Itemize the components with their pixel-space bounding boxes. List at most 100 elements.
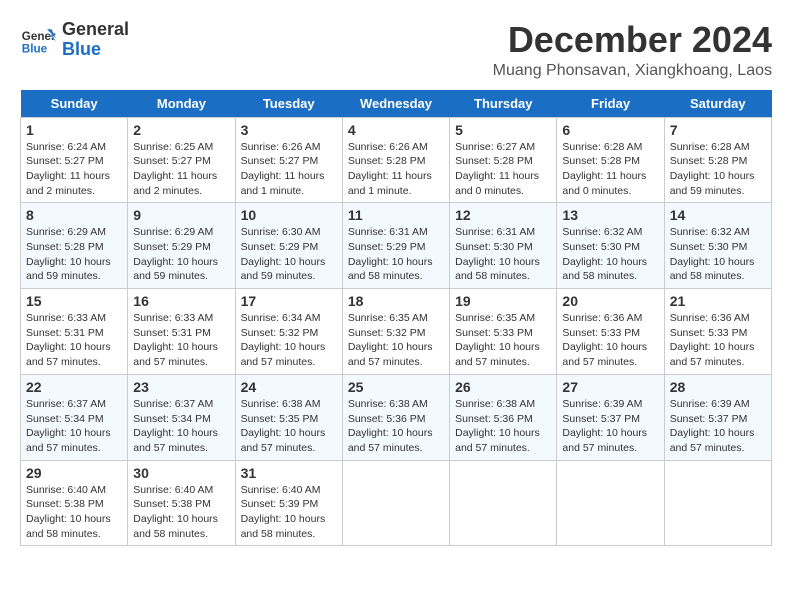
day-number: 30 <box>133 465 229 481</box>
day-info: Sunrise: 6:35 AMSunset: 5:33 PMDaylight:… <box>455 311 551 370</box>
calendar-cell: 8Sunrise: 6:29 AMSunset: 5:28 PMDaylight… <box>21 203 128 289</box>
logo-icon: General Blue <box>20 22 56 58</box>
day-info: Sunrise: 6:40 AMSunset: 5:38 PMDaylight:… <box>26 483 122 542</box>
day-number: 26 <box>455 379 551 395</box>
day-number: 8 <box>26 207 122 223</box>
calendar-cell: 9 Sunrise: 6:29 AMSunset: 5:29 PMDaylight… <box>128 203 235 289</box>
day-info: Sunrise: 6:37 AMSunset: 5:34 PMDaylight:… <box>26 397 122 456</box>
day-number: 22 <box>26 379 122 395</box>
day-info: Sunrise: 6:33 AMSunset: 5:31 PMDaylight:… <box>26 311 122 370</box>
calendar-cell: 18 Sunrise: 6:35 AMSunset: 5:32 PMDayligh… <box>342 289 449 375</box>
calendar-cell: 15 Sunrise: 6:33 AMSunset: 5:31 PMDayligh… <box>21 289 128 375</box>
day-info: Sunrise: 6:35 AMSunset: 5:32 PMDaylight:… <box>348 311 444 370</box>
day-info: Sunrise: 6:40 AMSunset: 5:38 PMDaylight:… <box>133 483 229 542</box>
day-info: Sunrise: 6:32 AMSunset: 5:30 PMDaylight:… <box>562 225 658 284</box>
day-number: 28 <box>670 379 766 395</box>
day-info: Sunrise: 6:39 AMSunset: 5:37 PMDaylight:… <box>670 397 766 456</box>
header-tuesday: Tuesday <box>235 90 342 118</box>
day-number: 1 <box>26 122 122 138</box>
calendar-cell: 21 Sunrise: 6:36 AMSunset: 5:33 PMDayligh… <box>664 289 771 375</box>
svg-text:Blue: Blue <box>22 42 48 55</box>
day-number: 19 <box>455 293 551 309</box>
day-info: Sunrise: 6:31 AMSunset: 5:29 PMDaylight:… <box>348 225 444 284</box>
day-info: Sunrise: 6:27 AMSunset: 5:28 PMDaylight:… <box>455 140 551 199</box>
week-row-1: 1 Sunrise: 6:24 AMSunset: 5:27 PMDaylight… <box>21 117 772 203</box>
calendar-cell: 1 Sunrise: 6:24 AMSunset: 5:27 PMDaylight… <box>21 117 128 203</box>
week-row-2: 8Sunrise: 6:29 AMSunset: 5:28 PMDaylight… <box>21 203 772 289</box>
calendar-cell: 4Sunrise: 6:26 AMSunset: 5:28 PMDaylight… <box>342 117 449 203</box>
calendar-cell: 31 Sunrise: 6:40 AMSunset: 5:39 PMDayligh… <box>235 460 342 546</box>
day-info: Sunrise: 6:25 AMSunset: 5:27 PMDaylight:… <box>133 140 229 199</box>
week-row-4: 22 Sunrise: 6:37 AMSunset: 5:34 PMDayligh… <box>21 374 772 460</box>
calendar-cell: 26 Sunrise: 6:38 AMSunset: 5:36 PMDayligh… <box>450 374 557 460</box>
calendar-cell: 3Sunrise: 6:26 AMSunset: 5:27 PMDaylight… <box>235 117 342 203</box>
header-saturday: Saturday <box>664 90 771 118</box>
day-info: Sunrise: 6:38 AMSunset: 5:36 PMDaylight:… <box>455 397 551 456</box>
logo-text: General Blue <box>62 20 129 60</box>
day-number: 5 <box>455 122 551 138</box>
day-info: Sunrise: 6:37 AMSunset: 5:34 PMDaylight:… <box>133 397 229 456</box>
day-number: 13 <box>562 207 658 223</box>
calendar-cell: 2 Sunrise: 6:25 AMSunset: 5:27 PMDaylight… <box>128 117 235 203</box>
day-info: Sunrise: 6:33 AMSunset: 5:31 PMDaylight:… <box>133 311 229 370</box>
week-row-3: 15 Sunrise: 6:33 AMSunset: 5:31 PMDayligh… <box>21 289 772 375</box>
header-row: SundayMondayTuesdayWednesdayThursdayFrid… <box>21 90 772 118</box>
calendar-cell: 19 Sunrise: 6:35 AMSunset: 5:33 PMDayligh… <box>450 289 557 375</box>
calendar-cell: 6Sunrise: 6:28 AMSunset: 5:28 PMDaylight… <box>557 117 664 203</box>
calendar-cell: 12Sunrise: 6:31 AMSunset: 5:30 PMDayligh… <box>450 203 557 289</box>
month-title: December 2024 <box>493 20 772 60</box>
calendar-cell <box>557 460 664 546</box>
day-number: 2 <box>133 122 229 138</box>
day-number: 16 <box>133 293 229 309</box>
day-number: 20 <box>562 293 658 309</box>
calendar-cell: 17Sunrise: 6:34 AMSunset: 5:32 PMDayligh… <box>235 289 342 375</box>
day-number: 12 <box>455 207 551 223</box>
day-number: 24 <box>241 379 337 395</box>
day-number: 9 <box>133 207 229 223</box>
day-info: Sunrise: 6:36 AMSunset: 5:33 PMDaylight:… <box>562 311 658 370</box>
day-number: 29 <box>26 465 122 481</box>
title-block: December 2024 Muang Phonsavan, Xiangkhoa… <box>493 20 772 80</box>
day-info: Sunrise: 6:36 AMSunset: 5:33 PMDaylight:… <box>670 311 766 370</box>
day-info: Sunrise: 6:30 AMSunset: 5:29 PMDaylight:… <box>241 225 337 284</box>
calendar-cell: 5 Sunrise: 6:27 AMSunset: 5:28 PMDaylight… <box>450 117 557 203</box>
calendar-table: SundayMondayTuesdayWednesdayThursdayFrid… <box>20 90 772 547</box>
calendar-cell: 16 Sunrise: 6:33 AMSunset: 5:31 PMDayligh… <box>128 289 235 375</box>
header-sunday: Sunday <box>21 90 128 118</box>
day-info: Sunrise: 6:38 AMSunset: 5:35 PMDaylight:… <box>241 397 337 456</box>
calendar-cell: 11Sunrise: 6:31 AMSunset: 5:29 PMDayligh… <box>342 203 449 289</box>
day-info: Sunrise: 6:32 AMSunset: 5:30 PMDaylight:… <box>670 225 766 284</box>
day-number: 21 <box>670 293 766 309</box>
day-info: Sunrise: 6:39 AMSunset: 5:37 PMDaylight:… <box>562 397 658 456</box>
day-info: Sunrise: 6:34 AMSunset: 5:32 PMDaylight:… <box>241 311 337 370</box>
day-number: 4 <box>348 122 444 138</box>
day-number: 18 <box>348 293 444 309</box>
header-monday: Monday <box>128 90 235 118</box>
header-wednesday: Wednesday <box>342 90 449 118</box>
calendar-cell: 24 Sunrise: 6:38 AMSunset: 5:35 PMDayligh… <box>235 374 342 460</box>
day-info: Sunrise: 6:26 AMSunset: 5:27 PMDaylight:… <box>241 140 337 199</box>
day-info: Sunrise: 6:40 AMSunset: 5:39 PMDaylight:… <box>241 483 337 542</box>
day-number: 10 <box>241 207 337 223</box>
calendar-cell: 10 Sunrise: 6:30 AMSunset: 5:29 PMDayligh… <box>235 203 342 289</box>
day-number: 14 <box>670 207 766 223</box>
header-friday: Friday <box>557 90 664 118</box>
day-number: 25 <box>348 379 444 395</box>
day-info: Sunrise: 6:29 AMSunset: 5:29 PMDaylight:… <box>133 225 229 284</box>
calendar-cell: 7Sunrise: 6:28 AMSunset: 5:28 PMDaylight… <box>664 117 771 203</box>
logo: General Blue General Blue <box>20 20 129 60</box>
day-info: Sunrise: 6:24 AMSunset: 5:27 PMDaylight:… <box>26 140 122 199</box>
location-title: Muang Phonsavan, Xiangkhoang, Laos <box>493 62 772 80</box>
day-number: 23 <box>133 379 229 395</box>
calendar-cell: 22 Sunrise: 6:37 AMSunset: 5:34 PMDayligh… <box>21 374 128 460</box>
day-number: 15 <box>26 293 122 309</box>
day-number: 31 <box>241 465 337 481</box>
calendar-cell: 23 Sunrise: 6:37 AMSunset: 5:34 PMDayligh… <box>128 374 235 460</box>
header-thursday: Thursday <box>450 90 557 118</box>
day-number: 27 <box>562 379 658 395</box>
day-info: Sunrise: 6:38 AMSunset: 5:36 PMDaylight:… <box>348 397 444 456</box>
week-row-5: 29 Sunrise: 6:40 AMSunset: 5:38 PMDayligh… <box>21 460 772 546</box>
day-info: Sunrise: 6:28 AMSunset: 5:28 PMDaylight:… <box>562 140 658 199</box>
calendar-cell: 28 Sunrise: 6:39 AMSunset: 5:37 PMDayligh… <box>664 374 771 460</box>
calendar-cell: 25 Sunrise: 6:38 AMSunset: 5:36 PMDayligh… <box>342 374 449 460</box>
